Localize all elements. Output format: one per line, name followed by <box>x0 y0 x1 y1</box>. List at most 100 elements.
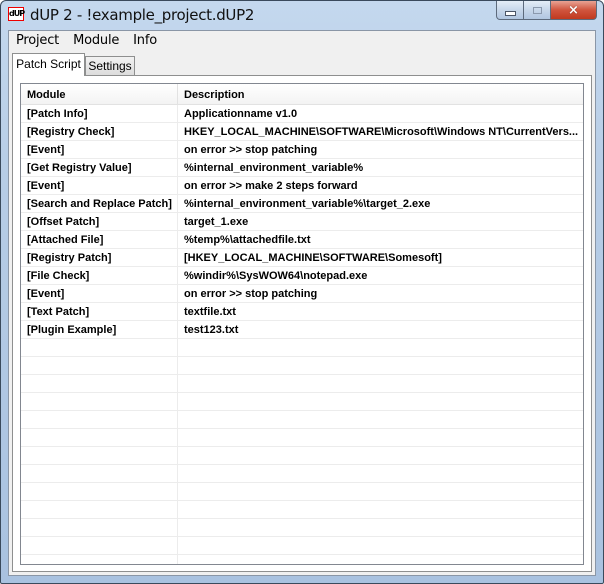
description-cell <box>178 393 583 410</box>
window-title: dUP 2 - !example_project.dUP2 <box>30 6 255 24</box>
module-cell: [Event] <box>21 177 178 194</box>
description-cell <box>178 483 583 500</box>
description-cell <box>178 465 583 482</box>
empty-table-row <box>21 375 583 393</box>
description-cell <box>178 411 583 428</box>
modules-table[interactable]: Module Description [Patch Info] Applicati… <box>20 83 584 565</box>
description-cell: target_1.exe <box>184 216 249 228</box>
description-cell: on error >> make 2 steps forward <box>184 180 358 192</box>
description-cell: %internal_environment_variable% <box>184 162 364 174</box>
module-cell: [Plugin Example] <box>21 321 178 338</box>
table-row[interactable]: [Text Patch] textfile.txt <box>21 303 583 321</box>
table-row[interactable]: [Event] on error >> stop patching <box>21 285 583 303</box>
module-cell <box>21 465 178 482</box>
maximize-button[interactable] <box>524 1 551 20</box>
description-cell: %windir%\SysWOW64\notepad.exe <box>184 270 368 282</box>
module-cell: [Get Registry Value] <box>21 159 178 176</box>
table-row[interactable]: [Get Registry Value] %internal_environmen… <box>21 159 583 177</box>
close-button[interactable]: × <box>551 1 597 20</box>
close-icon: × <box>568 2 579 18</box>
app-logo-icon: dUP <box>8 7 25 21</box>
column-header-description[interactable]: Description <box>178 84 583 104</box>
empty-table-row <box>21 411 583 429</box>
description-cell <box>178 519 583 536</box>
description-cell: Applicationname v1.0 <box>184 108 298 120</box>
empty-table-row <box>21 357 583 375</box>
empty-table-row <box>21 465 583 483</box>
description-cell <box>178 537 583 554</box>
module-cell: [File Check] <box>21 267 178 284</box>
empty-table-row <box>21 483 583 501</box>
table-row[interactable]: [Plugin Example] test123.txt <box>21 321 583 339</box>
patch-script-panel: Module Description [Patch Info] Applicati… <box>12 75 592 572</box>
module-cell: [Event] <box>21 141 178 158</box>
title-bar[interactable]: dUP dUP 2 - !example_project.dUP2 × <box>1 1 603 29</box>
module-cell <box>21 483 178 500</box>
empty-table-row <box>21 339 583 357</box>
minimize-icon <box>504 10 516 16</box>
table-row[interactable]: [Event] on error >> stop patching <box>21 141 583 159</box>
module-cell <box>21 375 178 392</box>
module-cell <box>21 339 178 356</box>
description-cell <box>178 339 583 356</box>
description-cell: [HKEY_LOCAL_MACHINE\SOFTWARE\Somesoft] <box>184 252 442 264</box>
module-cell <box>21 519 178 536</box>
description-cell: on error >> stop patching <box>184 288 318 300</box>
table-header: Module Description <box>21 84 583 105</box>
module-cell <box>21 537 178 554</box>
description-cell <box>178 357 583 374</box>
table-row[interactable]: [File Check] %windir%\SysWOW64\notepad.ex… <box>21 267 583 285</box>
table-row[interactable]: [Patch Info] Applicationname v1.0 <box>21 105 583 123</box>
module-cell <box>21 447 178 464</box>
module-cell <box>21 411 178 428</box>
table-row[interactable]: [Search and Replace Patch] %internal_envi… <box>21 195 583 213</box>
empty-table-row <box>21 429 583 447</box>
menu-project[interactable]: Project <box>9 31 66 51</box>
description-cell <box>178 447 583 464</box>
empty-table-row <box>21 537 583 555</box>
empty-table-row <box>21 501 583 519</box>
module-cell: [Offset Patch] <box>21 213 178 230</box>
module-cell: [Patch Info] <box>21 105 178 122</box>
table-row[interactable]: [Event] on error >> make 2 steps forward <box>21 177 583 195</box>
description-cell: textfile.txt <box>184 306 236 318</box>
module-cell: [Attached File] <box>21 231 178 248</box>
module-cell <box>21 501 178 518</box>
table-row[interactable]: [Registry Check] HKEY_LOCAL_MACHINE\SOFTW… <box>21 123 583 141</box>
menu-info[interactable]: Info <box>126 31 164 51</box>
caption-buttons: × <box>496 1 597 20</box>
app-window: dUP dUP 2 - !example_project.dUP2 × Proj… <box>0 0 604 584</box>
table-row[interactable]: [Attached File] %temp%\attachedfile.txt <box>21 231 583 249</box>
description-cell <box>178 429 583 446</box>
empty-table-row <box>21 555 583 564</box>
tab-patch-script[interactable]: Patch Script <box>12 53 85 76</box>
module-cell: [Event] <box>21 285 178 302</box>
module-cell <box>21 429 178 446</box>
description-cell: %temp%\attachedfile.txt <box>184 234 311 246</box>
table-row[interactable]: [Offset Patch] target_1.exe <box>21 213 583 231</box>
table-row[interactable]: [Registry Patch] [HKEY_LOCAL_MACHINE\SOFT… <box>21 249 583 267</box>
menu-bar: Project Module Info <box>9 31 595 51</box>
module-cell: [Text Patch] <box>21 303 178 320</box>
description-cell: HKEY_LOCAL_MACHINE\SOFTWARE\Microsoft\Wi… <box>184 126 579 138</box>
description-cell <box>178 555 583 564</box>
description-cell: test123.txt <box>184 324 239 336</box>
module-cell: [Search and Replace Patch] <box>21 195 178 212</box>
empty-table-row <box>21 519 583 537</box>
tab-settings[interactable]: Settings <box>85 56 135 75</box>
module-cell: [Registry Patch] <box>21 249 178 266</box>
module-cell <box>21 555 178 564</box>
description-cell: on error >> stop patching <box>184 144 318 156</box>
minimize-button[interactable] <box>496 1 524 20</box>
table-body: [Patch Info] Applicationname v1.0 [Registr… <box>21 105 583 564</box>
module-cell <box>21 357 178 374</box>
module-cell <box>21 393 178 410</box>
empty-table-row <box>21 393 583 411</box>
column-header-module[interactable]: Module <box>21 84 178 104</box>
description-cell <box>178 501 583 518</box>
module-cell: [Registry Check] <box>21 123 178 140</box>
menu-module[interactable]: Module <box>66 31 126 51</box>
empty-table-row <box>21 447 583 465</box>
client-area: Project Module Info Patch Script Setting… <box>8 30 596 576</box>
description-cell: %internal_environment_variable%\target_2… <box>184 198 431 210</box>
